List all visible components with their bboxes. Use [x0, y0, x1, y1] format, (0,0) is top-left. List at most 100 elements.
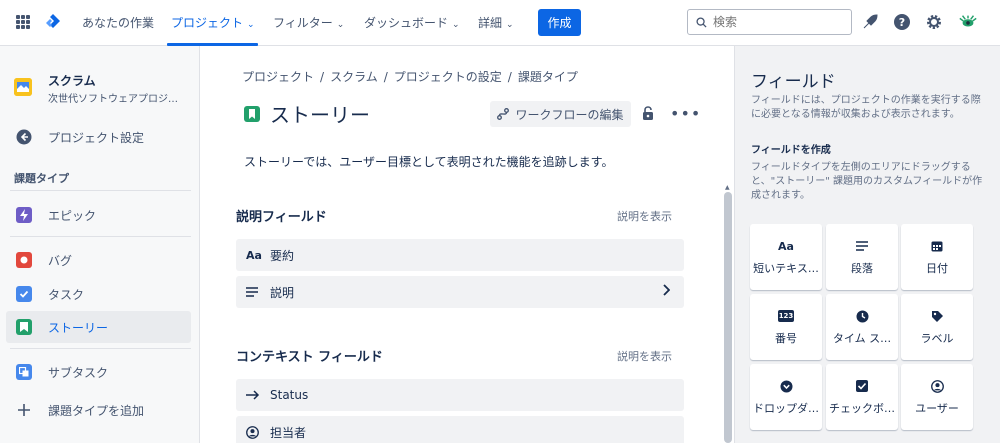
search-box[interactable]	[687, 9, 852, 35]
field-tile-number[interactable]: 123 番号	[750, 294, 822, 360]
back-to-project-settings[interactable]: プロジェクト設定	[6, 121, 191, 153]
number-glyph: 123	[777, 310, 795, 322]
field-row-summary[interactable]: Aa 要約	[236, 239, 684, 271]
field-row-status[interactable]: Status	[236, 379, 684, 411]
field-tile-short-text[interactable]: Aa 短いテキス…	[750, 224, 822, 290]
nav-your-work[interactable]: あなたの作業	[82, 14, 154, 31]
tile-label: タイム ス…	[832, 332, 892, 345]
project-type: 次世代ソフトウェアプロジ…	[48, 94, 178, 105]
chevron-down-icon: ⌄	[506, 20, 514, 30]
add-issue-type-button[interactable]: 課題タイプを追加	[6, 394, 191, 426]
calendar-icon	[931, 238, 943, 254]
sidebar-item-label: バグ	[48, 253, 73, 268]
show-description-link[interactable]: 説明を表示	[617, 208, 672, 224]
breadcrumb-issue-types[interactable]: 課題タイプ	[518, 70, 578, 84]
sidebar-item-epic[interactable]: エピック	[6, 199, 191, 231]
fields-panel-title: フィールド	[751, 72, 836, 92]
help-icon[interactable]: ?	[892, 12, 912, 32]
field-label: 担当者	[270, 425, 307, 440]
story-bookmark-icon	[16, 319, 32, 335]
bug-icon	[16, 252, 32, 268]
field-row-assignee[interactable]: 担当者	[236, 416, 684, 443]
field-tile-timestamp[interactable]: タイム ス…	[826, 294, 898, 360]
number-icon: 123	[777, 308, 795, 324]
divider	[10, 190, 191, 191]
issue-types-heading: 課題タイプ	[14, 172, 69, 185]
breadcrumb-projects[interactable]: プロジェクト	[242, 70, 314, 84]
arrow-right-icon	[246, 390, 264, 400]
breadcrumb-scrum[interactable]: スクラム	[330, 70, 378, 84]
divider	[10, 236, 191, 237]
arrow-left-circle-icon	[16, 129, 32, 145]
sidebar-item-bug[interactable]: バグ	[6, 244, 191, 276]
project-avatar[interactable]	[14, 78, 32, 96]
create-field-description: フィールドタイプを左側のエリアにドラッグすると、"ストーリー" 課題用のカスタム…	[751, 162, 983, 201]
project-sidebar: スクラム 次世代ソフトウェアプロジ… プロジェクト設定 課題タイプ エピック バ…	[0, 46, 200, 443]
breadcrumb: プロジェクト / スクラム / プロジェクトの設定 / 課題タイプ	[242, 70, 578, 84]
subtask-icon	[16, 364, 32, 380]
breadcrumb-project-settings[interactable]: プロジェクトの設定	[394, 70, 502, 84]
search-input[interactable]	[713, 15, 843, 29]
short-text-icon: Aa	[778, 239, 794, 253]
add-issue-type-label: 課題タイプを追加	[48, 403, 145, 418]
scrollbar-thumb[interactable]	[724, 192, 732, 443]
sidebar-item-label: エピック	[48, 208, 97, 223]
jira-logo-icon[interactable]	[44, 13, 62, 33]
nav-filters[interactable]: フィルター ⌄	[273, 14, 344, 31]
clock-icon	[856, 308, 869, 324]
field-tile-user[interactable]: ユーザー	[901, 364, 973, 430]
edit-workflow-label: ワークフローの編集	[515, 107, 624, 122]
notifications-icon[interactable]	[860, 12, 880, 32]
tile-label: ラベル	[920, 332, 954, 345]
field-label: 要約	[270, 248, 295, 263]
show-context-description-link[interactable]: 説明を表示	[617, 348, 672, 364]
story-bookmark-icon	[244, 106, 260, 122]
nav-projects[interactable]: プロジェクト ⌄	[171, 14, 255, 31]
tile-label: チェックボ…	[829, 402, 895, 415]
project-settings-label: プロジェクト設定	[48, 130, 145, 145]
tile-label: ユーザー	[915, 402, 959, 415]
issue-type-description: ストーリーでは、ユーザー目標として表明された機能を追跡します。	[244, 155, 614, 169]
project-name[interactable]: スクラム	[48, 72, 96, 89]
fields-panel: フィールド フィールドには、プロジェクトの作業を実行する際に必要となる情報が収集…	[734, 46, 1000, 443]
more-actions-icon[interactable]: •••	[670, 104, 701, 123]
field-tile-label[interactable]: ラベル	[901, 294, 973, 360]
tile-label: ドロップダ…	[753, 402, 819, 415]
field-tile-dropdown[interactable]: ドロップダ…	[750, 364, 822, 430]
workflow-icon	[497, 108, 510, 120]
nav-more[interactable]: 詳細 ⌄	[478, 14, 514, 31]
profile-avatar-icon[interactable]	[958, 12, 978, 32]
user-icon	[930, 378, 944, 394]
divider	[10, 348, 191, 349]
app-switcher-icon[interactable]	[16, 15, 30, 29]
chevron-down-icon: ⌄	[336, 20, 345, 30]
edit-workflow-button[interactable]: ワークフローの編集	[490, 101, 631, 127]
plus-icon	[16, 402, 32, 418]
sidebar-item-task[interactable]: タスク	[6, 278, 191, 310]
field-tile-date[interactable]: 日付	[901, 224, 973, 290]
field-tile-checkbox[interactable]: チェックボ…	[826, 364, 898, 430]
tile-label: 短いテキス…	[753, 262, 819, 275]
field-row-description[interactable]: 説明	[236, 276, 684, 308]
tile-label: 番号	[775, 332, 797, 345]
field-tile-paragraph[interactable]: 段落	[826, 224, 898, 290]
nav-dashboards[interactable]: ダッシュボード ⌄	[364, 14, 460, 31]
fields-panel-description: フィールドには、プロジェクトの作業を実行する際に必要となる情報が収集および表示さ…	[751, 95, 981, 120]
context-fields-heading: コンテキスト フィールド	[236, 350, 383, 365]
sidebar-item-story[interactable]: ストーリー	[6, 311, 191, 343]
top-navigation: あなたの作業 プロジェクト⌄ フィルター⌄ ダッシュボード⌄ 詳細⌄ 作成 ?	[0, 0, 1000, 46]
chevron-right-icon[interactable]	[662, 284, 671, 299]
create-button[interactable]: 作成	[538, 9, 581, 36]
chevron-down-icon: ⌄	[452, 20, 460, 30]
description-fields-heading: 説明フィールド	[236, 210, 327, 225]
main-scrollbar[interactable]: ▲	[722, 46, 734, 443]
task-checkbox-icon	[16, 286, 32, 302]
lock-icon[interactable]	[642, 106, 654, 124]
dropdown-icon	[780, 378, 793, 394]
settings-gear-icon[interactable]	[924, 12, 944, 32]
chevron-down-icon: ⌄	[247, 20, 255, 30]
sidebar-item-label: サブタスク	[48, 365, 109, 380]
sidebar-item-subtask[interactable]: サブタスク	[6, 356, 191, 388]
scroll-up-arrow-icon[interactable]: ▲	[725, 184, 730, 191]
tile-label: 日付	[926, 262, 948, 275]
